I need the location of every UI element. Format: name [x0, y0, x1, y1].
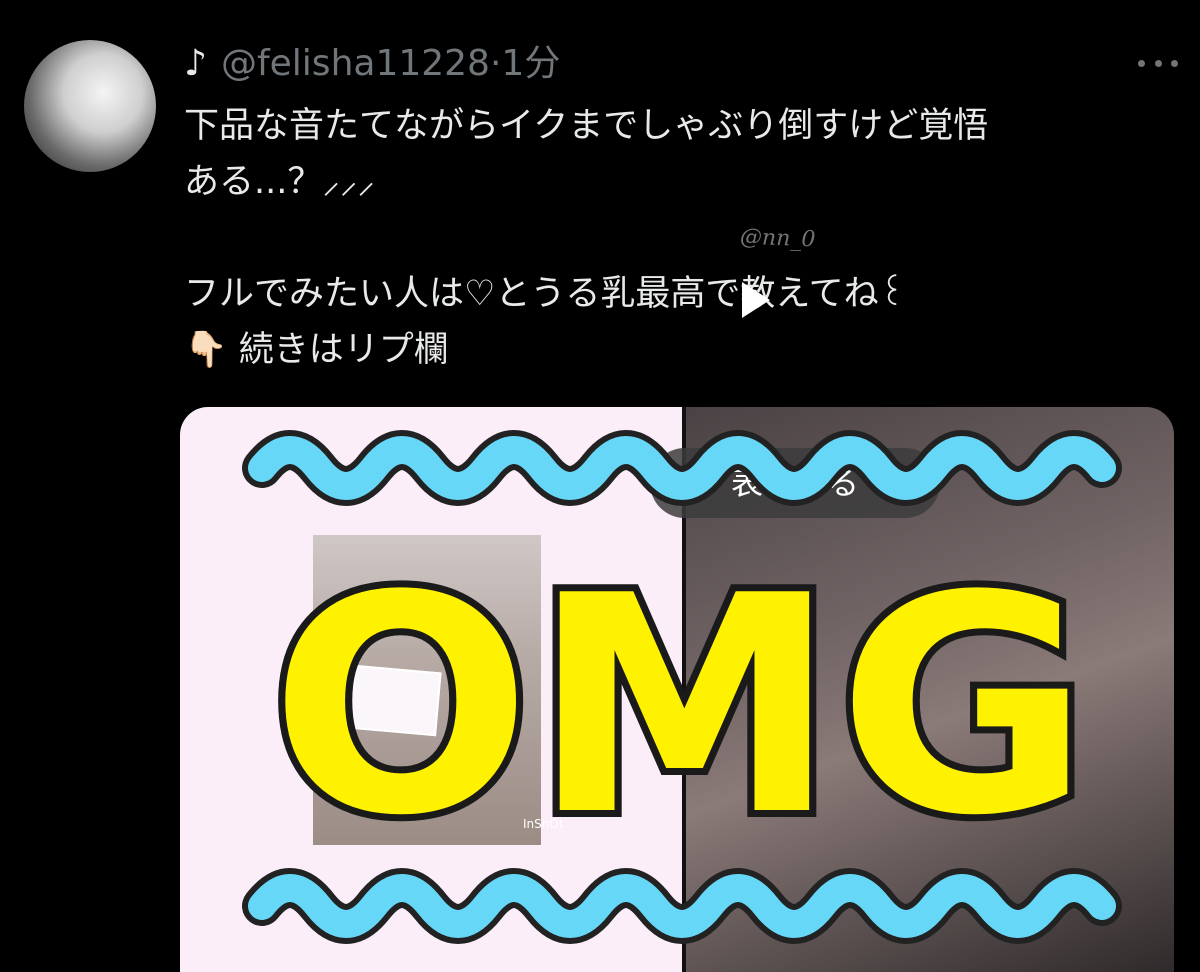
separator: · [489, 43, 502, 84]
tweet-text-line: 下品な音たてながらイクまでしゃぶり倒すけど覚悟 [184, 106, 989, 146]
show-content-button[interactable]: 表示する [650, 448, 940, 518]
media-left-panel: InShOt [180, 407, 682, 972]
tweet-text-line: ある...？⸝⸝⸝ [184, 162, 375, 202]
thumbnail-caption: InShOt [523, 817, 564, 831]
tweet-text-line: フルでみたい人は♡とうる乳最高で教えてね꒰ [184, 274, 906, 314]
tweet-header: ♪ @felisha11228·1分 [184, 38, 560, 90]
tweet-text-blank [184, 210, 1174, 266]
timestamp[interactable]: 1分 [501, 43, 560, 84]
more-horizontal-icon[interactable] [1138, 48, 1178, 78]
watermark: @nn_0 [739, 224, 816, 253]
user-handle[interactable]: @felisha11228 [221, 43, 490, 84]
censor-box [314, 661, 442, 737]
tweet-text: 下品な音たてながらイクまでしゃぶり倒すけど覚悟 ある...？⸝⸝⸝ フルでみたい… [184, 98, 1174, 378]
tweet-text-line: 👇🏻 続きはリプ欄 [184, 330, 449, 370]
play-icon[interactable] [742, 282, 770, 318]
display-name[interactable]: ♪ [184, 43, 207, 84]
avatar[interactable] [24, 40, 156, 172]
